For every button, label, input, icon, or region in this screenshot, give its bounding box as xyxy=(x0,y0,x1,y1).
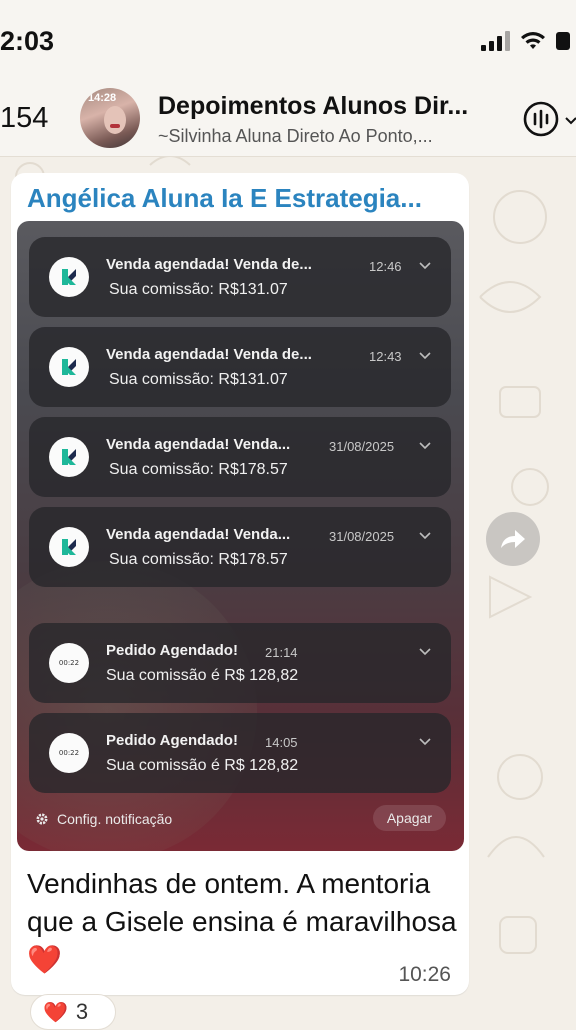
notification-card[interactable]: Venda agendada! Venda... 31/08/2025 Sua co… xyxy=(29,417,451,497)
status-bar: 2:03 xyxy=(0,0,576,80)
notification-title: Pedido Agendado! xyxy=(106,732,238,749)
heart-reaction-icon: ❤️ xyxy=(43,1001,68,1024)
notification-body: Sua comissão: R$178.57 xyxy=(109,551,288,568)
k-logo-icon xyxy=(49,257,89,297)
notification-card[interactable]: 00:22 Pedido Agendado! 21:14 Sua comissão é… xyxy=(29,623,451,703)
settings-label: Config. notificação xyxy=(57,811,173,827)
clock-badge-icon: 00:22 xyxy=(49,643,89,683)
notification-time: 31/08/2025 xyxy=(329,529,395,544)
screenshot-image[interactable]: Venda agendada! Venda de... 12:46 Sua comi… xyxy=(17,221,464,851)
chevron-down-icon[interactable] xyxy=(419,257,431,275)
notification-title: Pedido Agendado! xyxy=(106,642,238,659)
notification-card[interactable]: Venda agendada! Venda... 31/08/2025 Sua co… xyxy=(29,507,451,587)
reaction-pill[interactable]: ❤️ 3 xyxy=(30,994,116,1030)
notification-body: Sua comissão: R$131.07 xyxy=(109,371,288,388)
clock-badge-text: 00:22 xyxy=(58,659,80,667)
k-logo-icon xyxy=(49,347,89,387)
chevron-down-icon[interactable] xyxy=(419,347,431,365)
group-title[interactable]: Depoimentos Alunos Dir... xyxy=(158,92,468,121)
avatar-time-text: 14:28 xyxy=(88,92,117,104)
notification-time: 12:46 xyxy=(369,259,402,274)
wifi-icon xyxy=(520,31,546,51)
k-logo-icon xyxy=(49,527,89,567)
notification-body: Sua comissão: R$178.57 xyxy=(109,461,288,478)
status-time: 2:03 xyxy=(0,26,55,56)
notification-title: Venda agendada! Venda... xyxy=(106,526,291,543)
forward-button[interactable] xyxy=(486,512,540,566)
reaction-count: 3 xyxy=(75,999,89,1024)
clear-notifications-button[interactable]: Apagar xyxy=(372,805,446,831)
group-avatar[interactable]: 14:28 xyxy=(80,88,140,148)
notification-title: Venda agendada! Venda de... xyxy=(106,346,312,363)
avatar-lips xyxy=(110,124,120,128)
back-unread-count[interactable]: 154 xyxy=(0,102,48,135)
message-time: 10:26 xyxy=(398,963,451,986)
chevron-down-icon[interactable] xyxy=(419,437,431,455)
status-icons xyxy=(481,30,570,52)
battery-icon xyxy=(556,30,570,52)
chevron-down-icon[interactable] xyxy=(419,733,431,751)
chevron-down-icon[interactable] xyxy=(565,113,576,131)
notification-title: Venda agendada! Venda de... xyxy=(106,256,312,273)
gear-icon xyxy=(36,813,48,825)
notification-card[interactable]: 00:22 Pedido Agendado! 14:05 Sua comissão é… xyxy=(29,713,451,793)
notification-time: 14:05 xyxy=(265,735,298,750)
k-logo-icon xyxy=(49,437,89,477)
message-bubble[interactable]: Angélica Aluna Ia E Estrategia... Venda … xyxy=(11,173,469,995)
notification-body: Sua comissão: R$131.07 xyxy=(109,281,288,298)
notification-time: 31/08/2025 xyxy=(329,439,395,454)
chevron-down-icon[interactable] xyxy=(419,643,431,661)
notification-settings-link[interactable]: Config. notificação xyxy=(35,811,172,827)
notification-time: 21:14 xyxy=(265,645,298,660)
group-members[interactable]: ~Silvinha Aluna Direto Ao Ponto,... xyxy=(158,126,433,147)
message-caption: Vendinhas de ontem. A mentoria que a Gis… xyxy=(27,868,457,975)
forward-arrow-icon xyxy=(501,530,525,548)
notification-card[interactable]: Venda agendada! Venda de... 12:46 Sua comi… xyxy=(29,237,451,317)
notification-card[interactable]: Venda agendada! Venda de... 12:43 Sua comi… xyxy=(29,327,451,407)
notification-body: Sua comissão é R$ 128,82 xyxy=(106,667,299,684)
sender-name[interactable]: Angélica Aluna Ia E Estrategia... xyxy=(27,183,422,214)
cellular-signal-icon xyxy=(481,31,510,51)
chat-header: 154 14:28 Depoimentos Alunos Dir... ~Sil… xyxy=(0,80,576,157)
notification-title: Venda agendada! Venda... xyxy=(106,436,291,453)
clock-badge-icon: 00:22 xyxy=(49,733,89,773)
avatar-face xyxy=(104,106,126,134)
notification-time: 12:43 xyxy=(369,349,402,364)
group-call-icon[interactable] xyxy=(522,100,560,143)
chevron-down-icon[interactable] xyxy=(419,527,431,545)
notification-body: Sua comissão é R$ 128,82 xyxy=(106,757,299,774)
clock-badge-text: 00:22 xyxy=(58,749,80,757)
